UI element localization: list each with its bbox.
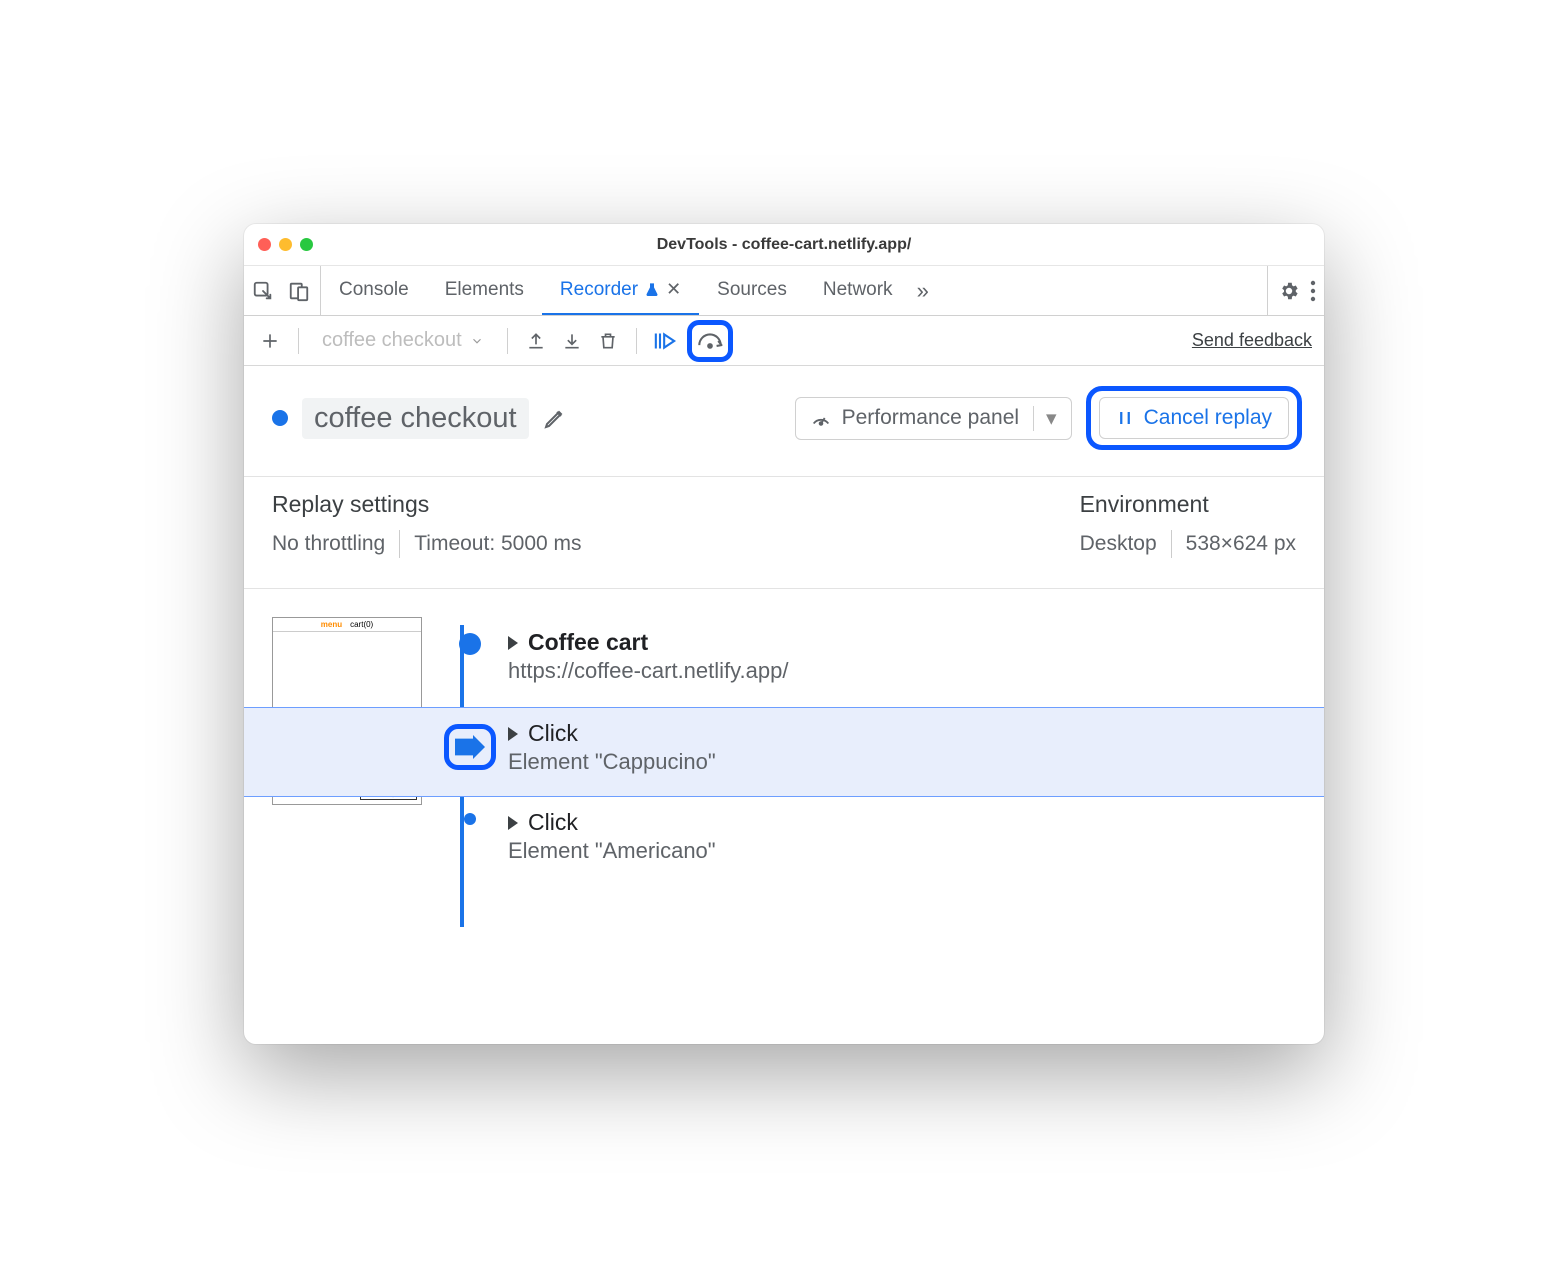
flask-icon xyxy=(644,282,660,298)
recording-select-label: coffee checkout xyxy=(322,329,462,352)
step-row[interactable]: Coffee cart https://coffee-cart.netlify.… xyxy=(450,617,1324,707)
performance-panel-dropdown[interactable]: Performance panel ▾ xyxy=(795,397,1072,440)
close-tab-icon[interactable]: ✕ xyxy=(666,279,681,300)
separator xyxy=(507,328,508,354)
panel-tabbar: Console Elements Recorder ✕ Sources Netw… xyxy=(244,266,1324,316)
tab-recorder[interactable]: Recorder ✕ xyxy=(542,266,699,315)
recording-status-dot xyxy=(272,410,288,426)
cancel-replay-button[interactable]: Cancel replay xyxy=(1099,397,1289,439)
dimensions-value: 538×624 px xyxy=(1186,532,1296,556)
device-toolbar-icon[interactable] xyxy=(288,280,310,302)
tab-elements[interactable]: Elements xyxy=(427,266,542,315)
recording-title[interactable]: coffee checkout xyxy=(302,398,529,439)
step-subtitle: Element "Americano" xyxy=(508,838,716,864)
cancel-replay-highlight: Cancel replay xyxy=(1086,386,1302,450)
timeline: Coffee cart https://coffee-cart.netlify.… xyxy=(450,617,1324,887)
expand-caret-icon[interactable] xyxy=(508,727,518,741)
gauge-icon xyxy=(810,407,832,429)
step-over-highlight xyxy=(687,320,733,362)
step-play-icon[interactable] xyxy=(651,327,679,355)
throttling-value[interactable]: No throttling xyxy=(272,532,385,556)
current-step-arrow-icon xyxy=(455,735,485,759)
current-step-highlight xyxy=(444,724,496,770)
step-title: Click xyxy=(528,720,578,747)
recorder-toolbar: coffee checkout Send feedback xyxy=(244,316,1324,366)
step-node-start xyxy=(459,633,481,655)
step-node-pending xyxy=(464,813,476,825)
separator xyxy=(1171,530,1172,558)
step-title: Click xyxy=(528,809,578,836)
separator xyxy=(399,530,400,558)
devtools-window: DevTools - coffee-cart.netlify.app/ Cons… xyxy=(244,224,1324,1044)
more-tabs-icon[interactable]: » xyxy=(911,278,935,304)
kebab-menu-icon[interactable] xyxy=(1310,280,1316,302)
thumbnail-tab1: menu xyxy=(321,620,342,629)
chevron-down-icon xyxy=(470,334,484,348)
step-title: Coffee cart xyxy=(528,629,648,656)
chevron-down-icon: ▾ xyxy=(1033,406,1057,431)
edit-title-icon[interactable] xyxy=(543,406,567,430)
separator xyxy=(636,328,637,354)
cancel-replay-label: Cancel replay xyxy=(1144,406,1272,430)
recording-header: coffee checkout Performance panel ▾ Canc… xyxy=(244,366,1324,477)
recording-select[interactable]: coffee checkout xyxy=(313,326,493,355)
tab-console[interactable]: Console xyxy=(321,266,427,315)
pause-icon xyxy=(1116,409,1134,427)
expand-caret-icon[interactable] xyxy=(508,816,518,830)
tab-sources[interactable]: Sources xyxy=(699,266,805,315)
environment-settings: Environment Desktop 538×624 px xyxy=(1080,491,1296,558)
new-recording-icon[interactable] xyxy=(256,327,284,355)
replay-settings: Replay settings No throttling Timeout: 5… xyxy=(272,491,582,558)
steps-area: menu cart(0) Total: $0.00 Coffee cart ht… xyxy=(244,589,1324,1044)
inspect-element-icon[interactable] xyxy=(252,280,274,302)
step-row-current[interactable]: Click Element "Cappucino" xyxy=(244,707,1324,797)
step-row[interactable]: Click Element "Americano" xyxy=(450,797,1324,887)
thumbnail-tab2: cart(0) xyxy=(350,620,373,629)
separator xyxy=(298,328,299,354)
replay-settings-header: Replay settings xyxy=(272,491,582,518)
environment-header: Environment xyxy=(1080,491,1296,518)
send-feedback-link[interactable]: Send feedback xyxy=(1192,330,1312,351)
timeout-value[interactable]: Timeout: 5000 ms xyxy=(414,532,581,556)
step-over-icon[interactable] xyxy=(696,327,724,355)
titlebar: DevTools - coffee-cart.netlify.app/ xyxy=(244,224,1324,266)
expand-caret-icon[interactable] xyxy=(508,636,518,650)
window-title: DevTools - coffee-cart.netlify.app/ xyxy=(244,236,1324,254)
step-subtitle: https://coffee-cart.netlify.app/ xyxy=(508,658,788,684)
tabs: Console Elements Recorder ✕ Sources Netw… xyxy=(321,266,911,315)
delete-icon[interactable] xyxy=(594,327,622,355)
tab-network[interactable]: Network xyxy=(805,266,911,315)
device-value: Desktop xyxy=(1080,532,1157,556)
import-icon[interactable] xyxy=(558,327,586,355)
performance-panel-label: Performance panel xyxy=(842,406,1019,430)
settings-icon[interactable] xyxy=(1278,280,1300,302)
settings-row: Replay settings No throttling Timeout: 5… xyxy=(244,477,1324,589)
step-subtitle: Element "Cappucino" xyxy=(508,749,716,775)
export-icon[interactable] xyxy=(522,327,550,355)
